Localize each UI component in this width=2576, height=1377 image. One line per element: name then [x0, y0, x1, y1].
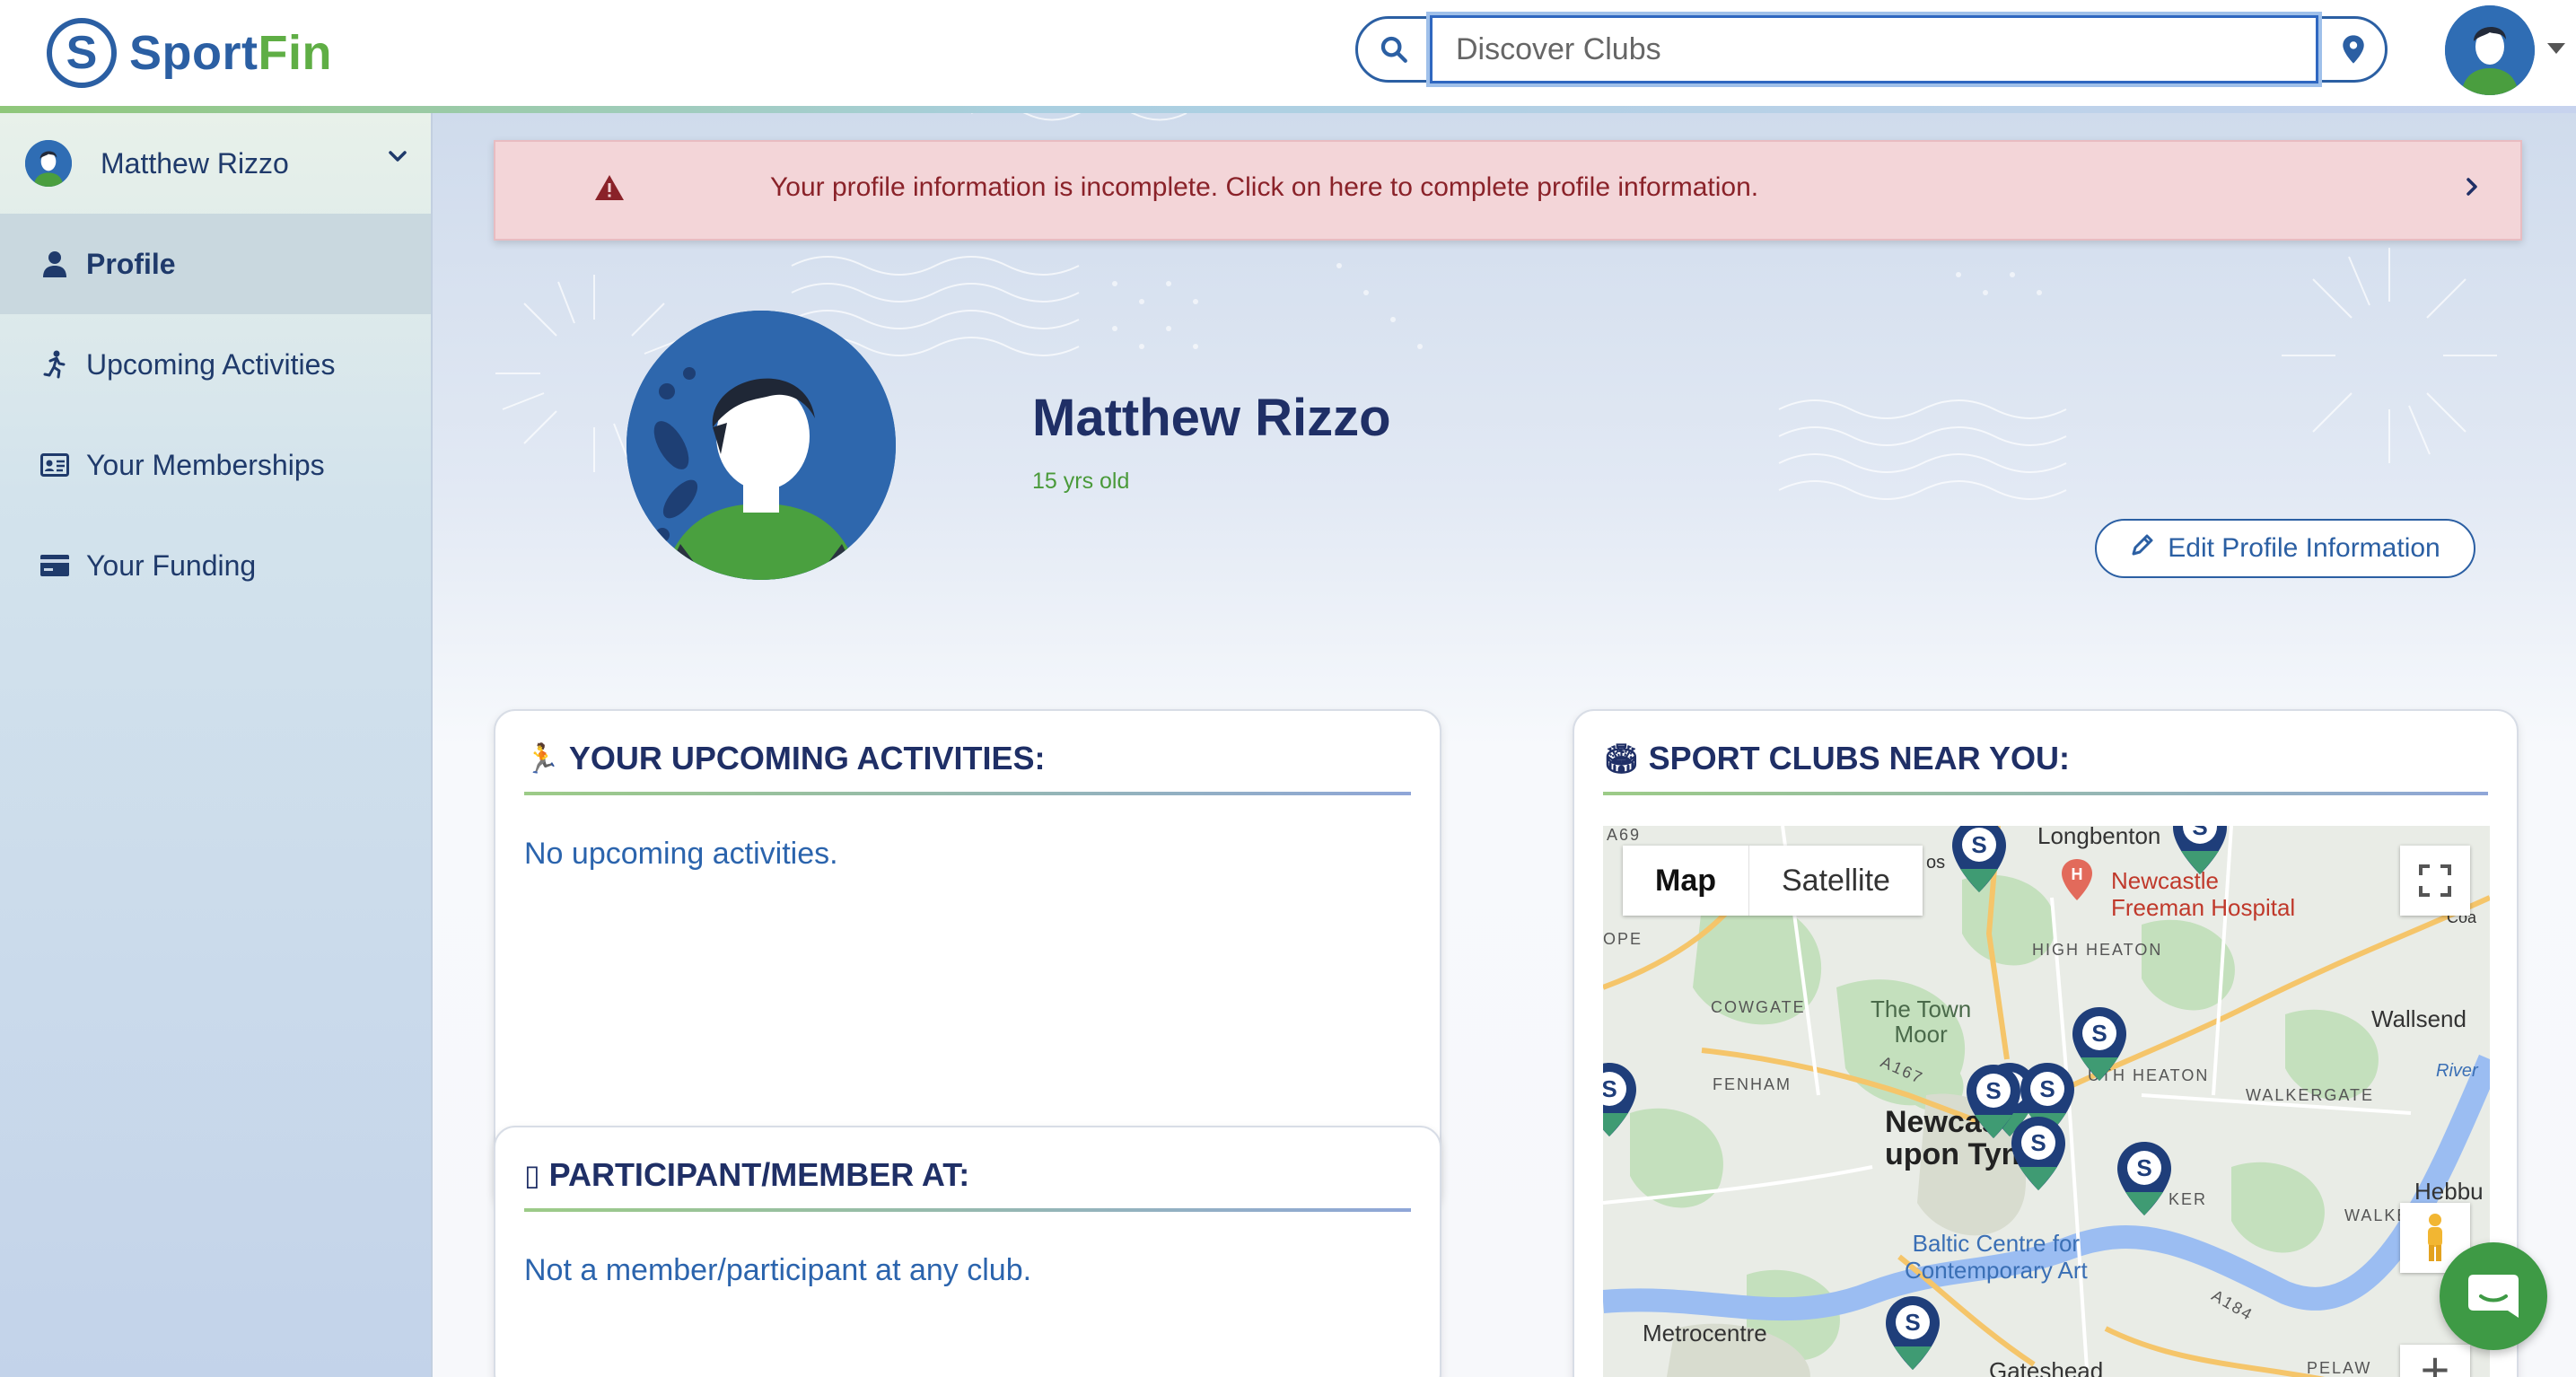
search-input[interactable] [1426, 12, 2322, 87]
map-label: River [2436, 1061, 2478, 1081]
map-label: HIGH HEATON [2032, 941, 2163, 959]
main-content: Your profile information is incomplete. … [433, 113, 2576, 1377]
top-bar: S SportFin [0, 0, 2576, 106]
svg-text:S: S [1603, 1075, 1617, 1102]
club-marker-icon[interactable]: S [2115, 1140, 2174, 1217]
svg-text:S: S [2136, 1154, 2151, 1181]
club-marker-icon[interactable]: S [1603, 1061, 1639, 1138]
satellite-view-button[interactable]: Satellite [1748, 846, 1923, 916]
card-title: ▯ PARTICIPANT/MEMBER AT: [524, 1156, 969, 1194]
club-marker-icon[interactable]: S [2170, 826, 2230, 876]
map-label: OPE [1603, 930, 1643, 948]
svg-text:S: S [2091, 1020, 2107, 1047]
card-title: 🏟 SPORT CLUBS NEAR YOU: [1603, 740, 2070, 777]
clubs-map[interactable]: Longbenton Newcastle Freeman Hospital H H… [1603, 826, 2490, 1377]
sidebar-item-your-funding[interactable]: Your Funding [0, 515, 431, 616]
map-label: KER [2169, 1190, 2208, 1208]
logo-icon: S [47, 18, 117, 88]
svg-text:S: S [1905, 1309, 1920, 1336]
running-icon [39, 349, 70, 380]
sidebar-item-label: Profile [86, 247, 176, 280]
sidebar-avatar [25, 140, 72, 187]
sport-clubs-near-you-card: 🏟 SPORT CLUBS NEAR YOU: Longbenton Newca… [1573, 709, 2519, 1377]
club-marker-icon[interactable]: S [1950, 826, 2009, 894]
participant-member-card: ▯ PARTICIPANT/MEMBER AT: Not a member/pa… [494, 1126, 1441, 1377]
map-view-button[interactable]: Map [1623, 846, 1748, 916]
sidebar-item-label: Your Memberships [86, 448, 325, 481]
profile-avatar [626, 311, 896, 580]
profile-incomplete-alert[interactable]: Your profile information is incomplete. … [494, 140, 2522, 241]
edit-profile-label: Edit Profile Information [2168, 533, 2440, 563]
svg-text:S: S [2039, 1075, 2055, 1102]
logo-text: SportFin [129, 26, 332, 80]
map-label: os [1926, 853, 1946, 873]
search-icon[interactable] [1358, 19, 1430, 80]
card-title-text: PARTICIPANT/MEMBER AT: [548, 1156, 970, 1193]
running-emoji-icon: 🏃 [524, 742, 560, 775]
sidebar-user-toggle[interactable]: Matthew Rizzo [0, 113, 431, 215]
map-label: PELAW [2307, 1359, 2372, 1377]
card-divider [524, 792, 1411, 795]
account-menu-caret-icon[interactable] [2547, 43, 2565, 54]
svg-text:S: S [1985, 1077, 2001, 1104]
sidebar-item-profile[interactable]: Profile [0, 214, 431, 314]
hospital-marker-icon: H [2061, 858, 2093, 908]
svg-text:S: S [1971, 831, 1986, 858]
placeholder-glyph-icon: ▯ [524, 1159, 540, 1191]
svg-text:H: H [2072, 865, 2083, 883]
edit-profile-button[interactable]: Edit Profile Information [2095, 519, 2475, 578]
empty-state-text: Not a member/participant at any club. [524, 1253, 1032, 1287]
chevron-right-icon[interactable] [2465, 176, 2479, 202]
pencil-icon [2130, 532, 2155, 565]
card-title: 🏃 YOUR UPCOMING ACTIVITIES: [524, 740, 1046, 777]
svg-text:S: S [2030, 1129, 2046, 1156]
profile-age: 15 yrs old [1032, 469, 1130, 494]
map-label: Metrocentre [1643, 1320, 1767, 1346]
map-label: Baltic Centre for Contemporary Art [1905, 1230, 2088, 1284]
top-bar-divider [0, 106, 2576, 113]
map-label: Hebbu [2414, 1178, 2484, 1205]
card-divider [524, 1208, 1411, 1212]
card-title-text: SPORT CLUBS NEAR YOU: [1648, 740, 2070, 776]
empty-state-text: No upcoming activities. [524, 837, 838, 871]
map-label: A69 [1607, 826, 1642, 844]
club-marker-icon[interactable]: S [1883, 1294, 1942, 1372]
sidebar-user-name: Matthew Rizzo [101, 146, 289, 180]
profile-name: Matthew Rizzo [1032, 389, 1391, 447]
sidebar-item-your-memberships[interactable]: Your Memberships [0, 415, 431, 515]
credit-card-icon [39, 550, 70, 581]
map-label: Longbenton [2037, 826, 2161, 849]
chat-icon[interactable] [2440, 1242, 2547, 1350]
map-label: Wallsend [2371, 1005, 2466, 1032]
user-avatar[interactable] [2445, 5, 2535, 95]
location-pin-icon[interactable] [2322, 19, 2385, 80]
zoom-in-button[interactable]: + [2400, 1345, 2470, 1377]
sidebar-item-label: Your Funding [86, 548, 257, 582]
map-label: The Town Moor [1871, 995, 1972, 1048]
sidebar: Matthew Rizzo Profile Upcoming Activitie… [0, 113, 433, 1377]
map-label: COWGATE [1711, 998, 1806, 1016]
club-marker-icon[interactable]: S [2070, 1005, 2129, 1083]
map-type-toggle: Map Satellite [1623, 846, 1923, 916]
card-divider [1603, 792, 2488, 795]
sidebar-item-upcoming-activities[interactable]: Upcoming Activities [0, 314, 431, 415]
alert-text: Your profile information is incomplete. … [770, 172, 1759, 202]
svg-text:S: S [2192, 826, 2207, 840]
sidebar-item-label: Upcoming Activities [86, 347, 336, 381]
card-title-text: YOUR UPCOMING ACTIVITIES: [568, 740, 1046, 776]
sportfin-logo[interactable]: S SportFin [47, 13, 332, 93]
user-icon [39, 249, 70, 279]
map-label: FENHAM [1713, 1075, 1792, 1093]
map-label: Gateshead [1989, 1357, 2104, 1377]
fullscreen-icon[interactable] [2400, 846, 2470, 916]
map-label: WALKERGATE [2246, 1086, 2375, 1104]
stadium-emoji-icon: 🏟 [1603, 742, 1640, 775]
club-marker-icon[interactable]: S [2009, 1115, 2068, 1192]
id-card-icon [39, 450, 70, 480]
chevron-down-icon[interactable] [388, 149, 407, 168]
search-bar [1355, 12, 2388, 87]
warning-icon [594, 174, 625, 206]
